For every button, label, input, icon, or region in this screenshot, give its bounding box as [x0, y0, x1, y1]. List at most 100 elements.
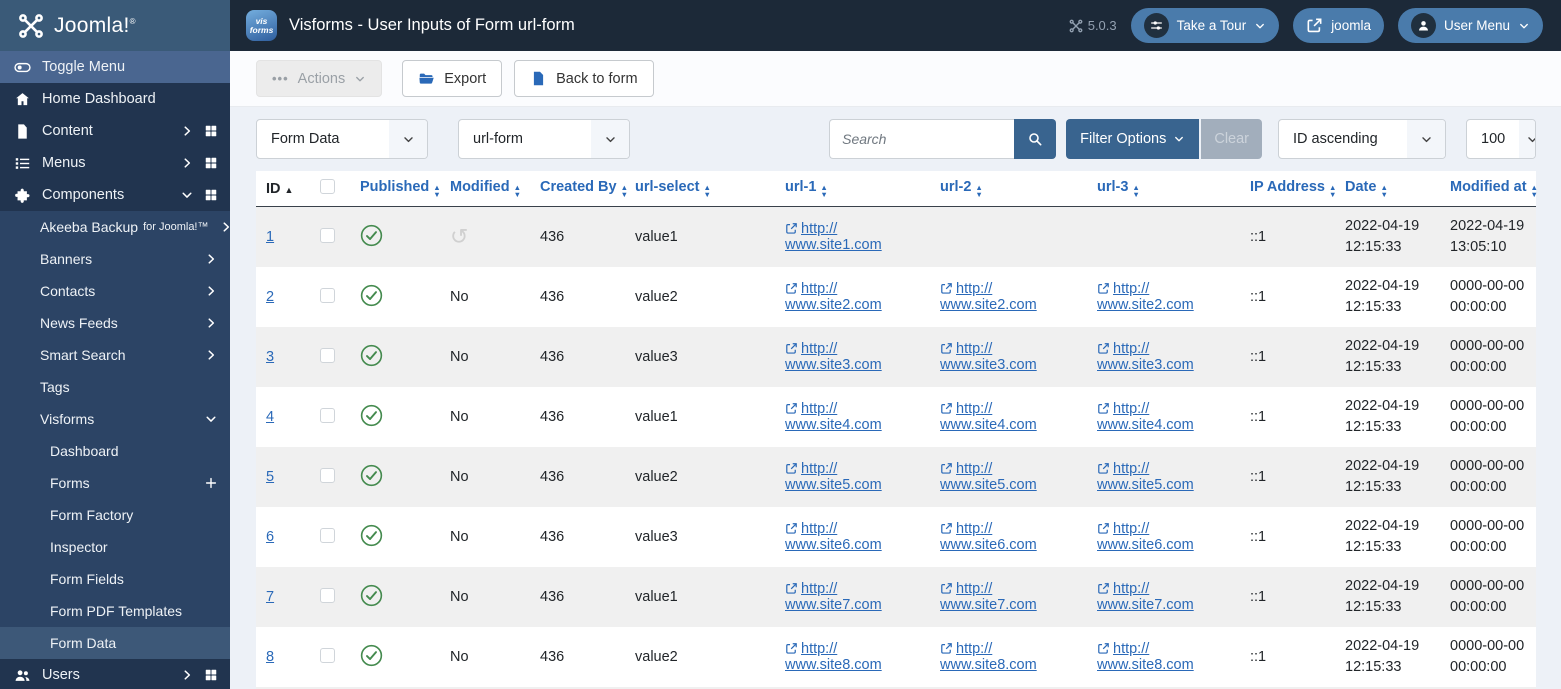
url-link[interactable]: http://www.site8.com — [1097, 641, 1232, 673]
published-check-icon[interactable] — [360, 524, 383, 547]
published-check-icon[interactable] — [360, 224, 383, 247]
form-type-select[interactable]: Form Data — [256, 119, 428, 159]
column-header-modified-at[interactable]: Modified at — [1440, 171, 1536, 207]
search-input[interactable] — [829, 119, 1015, 159]
id-link[interactable]: 6 — [266, 529, 274, 545]
url-link[interactable]: http://www.site4.com — [1097, 401, 1232, 433]
external-link-icon — [1097, 462, 1110, 475]
sidebar-item-news-feeds[interactable]: News Feeds — [0, 307, 230, 339]
id-link[interactable]: 4 — [266, 409, 274, 425]
sidebar-item-form-factory[interactable]: Form Factory — [0, 499, 230, 531]
sidebar-item-akeeba-backup[interactable]: Akeeba Backup for Joomla!™ — [0, 211, 230, 243]
published-check-icon[interactable] — [360, 584, 383, 607]
sidebar-item-components[interactable]: Components — [0, 179, 230, 211]
url-link[interactable]: http://www.site7.com — [1097, 581, 1232, 613]
row-checkbox[interactable] — [320, 587, 335, 603]
sidebar-item-smart-search[interactable]: Smart Search — [0, 339, 230, 371]
sidebar-item-menus[interactable]: Menus — [0, 147, 230, 179]
url-link[interactable]: http://www.site7.com — [785, 581, 922, 613]
row-checkbox[interactable] — [320, 227, 335, 243]
url-link[interactable]: http://www.site4.com — [940, 401, 1079, 433]
form-name-select[interactable]: url-form — [458, 119, 630, 159]
sidebar-item-toggle-menu[interactable]: Toggle Menu — [0, 51, 230, 83]
column-header-ip-address[interactable]: IP Address — [1240, 171, 1335, 207]
sidebar-item-visforms[interactable]: Visforms — [0, 403, 230, 435]
row-checkbox[interactable] — [320, 407, 335, 423]
dashboard-grid-icon[interactable] — [204, 156, 218, 170]
column-header-published[interactable]: Published — [350, 171, 440, 207]
select-all-checkbox[interactable] — [320, 179, 335, 194]
sidebar-item-form-pdf-templates[interactable]: Form PDF Templates — [0, 595, 230, 627]
column-header-created-by[interactable]: Created By — [530, 171, 625, 207]
filter-options-button[interactable]: Filter Options — [1066, 119, 1200, 159]
column-header-id[interactable]: ID — [256, 171, 310, 207]
url-link[interactable]: http://www.site2.com — [785, 281, 922, 313]
url-link[interactable]: http://www.site8.com — [940, 641, 1079, 673]
dashboard-grid-icon[interactable] — [204, 188, 218, 202]
id-link[interactable]: 3 — [266, 349, 274, 365]
url-link[interactable]: http://www.site1.com — [785, 221, 922, 253]
column-header-url-3[interactable]: url-3 — [1087, 171, 1240, 207]
column-header-date[interactable]: Date — [1335, 171, 1440, 207]
list-limit-select[interactable]: 100 — [1466, 119, 1536, 159]
user-menu-button[interactable]: User Menu — [1397, 8, 1543, 43]
url-link[interactable]: http://www.site6.com — [1097, 521, 1232, 553]
column-header-modified[interactable]: Modified — [440, 171, 530, 207]
dashboard-grid-icon[interactable] — [204, 124, 218, 138]
published-check-icon[interactable] — [360, 284, 383, 307]
column-header-url-1[interactable]: url-1 — [775, 171, 930, 207]
url-link[interactable]: http://www.site8.com — [785, 641, 922, 673]
sidebar-item-forms[interactable]: Forms — [0, 467, 230, 499]
site-preview-button[interactable]: joomla — [1293, 8, 1384, 43]
sidebar-item-home-dashboard[interactable]: Home Dashboard — [0, 83, 230, 115]
column-header-url-2[interactable]: url-2 — [930, 171, 1087, 207]
sidebar-item-form-data[interactable]: Form Data — [0, 627, 230, 659]
url-link[interactable]: http://www.site2.com — [940, 281, 1079, 313]
sidebar-item-inspector[interactable]: Inspector — [0, 531, 230, 563]
published-check-icon[interactable] — [360, 644, 383, 667]
sidebar-item-contacts[interactable]: Contacts — [0, 275, 230, 307]
url-link[interactable]: http://www.site3.com — [785, 341, 922, 373]
sidebar-item-form-fields[interactable]: Form Fields — [0, 563, 230, 595]
id-link[interactable]: 1 — [266, 229, 274, 245]
sidebar-item-dashboard[interactable]: Dashboard — [0, 435, 230, 467]
published-check-icon[interactable] — [360, 464, 383, 487]
url-link[interactable]: http://www.site3.com — [1097, 341, 1232, 373]
id-link[interactable]: 2 — [266, 289, 274, 305]
actions-button[interactable]: ••• Actions — [256, 60, 383, 97]
published-check-icon[interactable] — [360, 344, 383, 367]
take-a-tour-button[interactable]: Take a Tour — [1130, 8, 1280, 43]
sidebar-item-tags[interactable]: Tags — [0, 371, 230, 403]
url-link[interactable]: http://www.site3.com — [940, 341, 1079, 373]
dashboard-grid-icon[interactable] — [204, 668, 218, 682]
sidebar-item-banners[interactable]: Banners — [0, 243, 230, 275]
url-link[interactable]: http://www.site6.com — [940, 521, 1079, 553]
url-link[interactable]: http://www.site5.com — [940, 461, 1079, 493]
row-checkbox[interactable] — [320, 347, 335, 363]
url-link[interactable]: http://www.site7.com — [940, 581, 1079, 613]
row-checkbox[interactable] — [320, 467, 335, 483]
sort-order-select[interactable]: ID ascending — [1278, 119, 1446, 159]
back-to-form-button[interactable]: Back to form — [514, 60, 654, 97]
url-link[interactable]: http://www.site5.com — [1097, 461, 1232, 493]
id-link[interactable]: 8 — [266, 649, 274, 665]
add-icon[interactable] — [204, 476, 218, 490]
id-link[interactable]: 7 — [266, 589, 274, 605]
row-checkbox[interactable] — [320, 647, 335, 663]
url-link[interactable]: http://www.site4.com — [785, 401, 922, 433]
search-button[interactable] — [1014, 119, 1057, 159]
sort-icon — [514, 185, 521, 198]
sidebar-item-content[interactable]: Content — [0, 115, 230, 147]
url-link[interactable]: http://www.site2.com — [1097, 281, 1232, 313]
url-link[interactable]: http://www.site6.com — [785, 521, 922, 553]
sidebar-item-users[interactable]: Users — [0, 659, 230, 689]
sidebar-item-label: Menus — [42, 155, 86, 171]
column-header-url-select[interactable]: url-select — [625, 171, 775, 207]
row-checkbox[interactable] — [320, 287, 335, 303]
published-check-icon[interactable] — [360, 404, 383, 427]
row-checkbox[interactable] — [320, 527, 335, 543]
id-link[interactable]: 5 — [266, 469, 274, 485]
url-link[interactable]: http://www.site5.com — [785, 461, 922, 493]
export-button[interactable]: Export — [402, 60, 503, 97]
clear-button[interactable]: Clear — [1201, 119, 1262, 159]
